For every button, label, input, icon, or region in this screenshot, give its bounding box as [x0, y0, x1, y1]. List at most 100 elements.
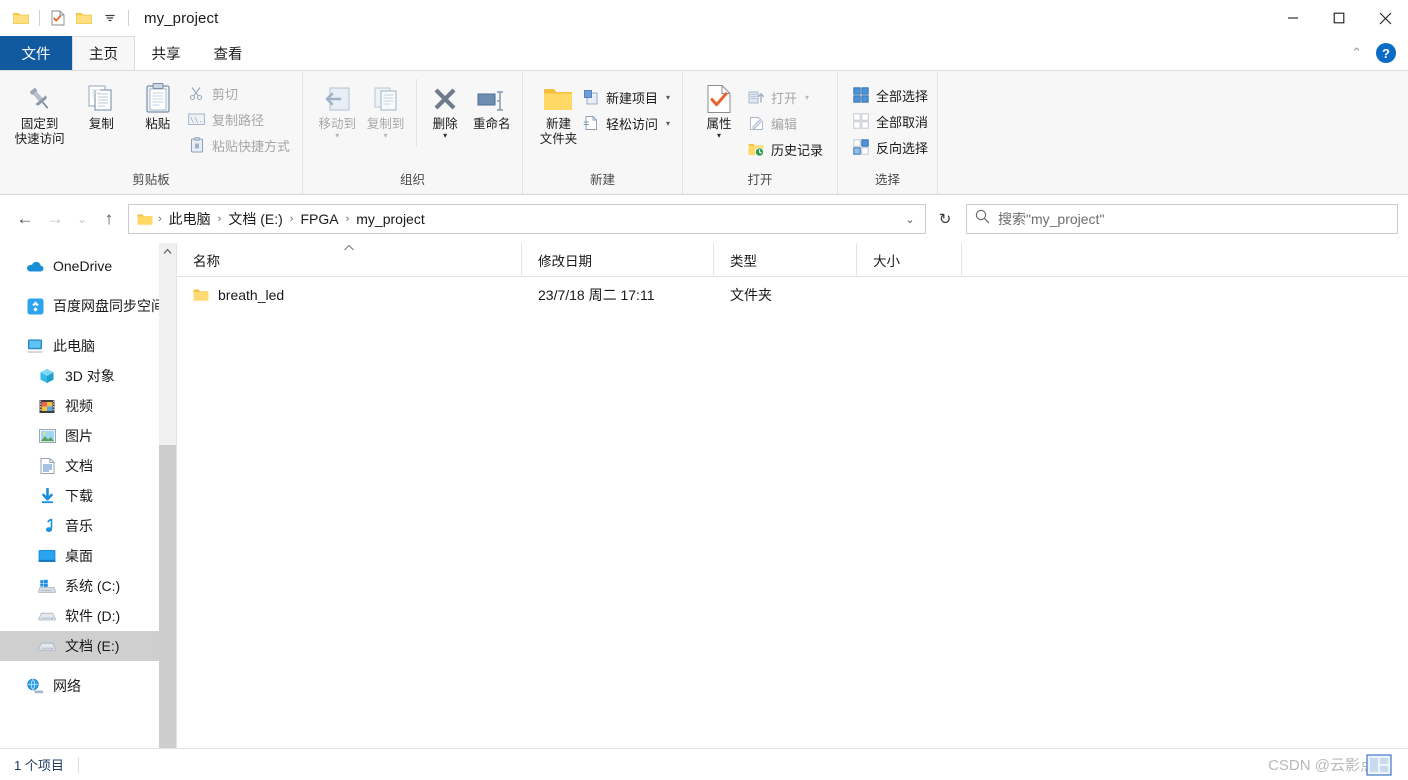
tabstrip-right-controls: ⌃ ? [1347, 36, 1408, 70]
breadcrumb-sep-0[interactable]: › [155, 213, 165, 225]
properties-caret-icon[interactable]: ▾ [717, 132, 721, 140]
move-to-button[interactable]: 移动到 ▾ [313, 77, 361, 140]
sidebar-item-onedrive[interactable]: OneDrive [0, 251, 176, 281]
sidebar-item-baidu-netdisk[interactable]: 百度网盘同步空间 [0, 291, 176, 321]
tab-share[interactable]: 共享 [135, 36, 197, 70]
desktop-icon [38, 547, 56, 565]
rename-icon [476, 80, 508, 114]
sidebar-item-music[interactable]: 音乐 [0, 511, 176, 541]
copy-button[interactable]: 复制 [73, 77, 129, 132]
back-button[interactable]: ← [10, 204, 40, 234]
tab-home[interactable]: 主页 [72, 36, 135, 70]
column-header-size[interactable]: 大小 [857, 243, 962, 276]
maximize-button[interactable] [1316, 0, 1362, 36]
sidebar-item-drive-d[interactable]: 软件 (D:) [0, 601, 176, 631]
new-folder-button[interactable]: 新建 文件夹 [537, 77, 580, 147]
recent-locations-button[interactable]: ⌄ [70, 204, 94, 234]
file-name-cell[interactable]: breath_led [177, 287, 522, 303]
navigation-scroll-thumb[interactable] [159, 445, 176, 748]
tab-view[interactable]: 查看 [197, 36, 259, 70]
sidebar-label-drive-d: 软件 (D:) [65, 608, 121, 624]
sidebar-item-this-pc[interactable]: 此电脑 [0, 331, 176, 361]
sidebar-item-videos[interactable]: 视频 [0, 391, 176, 421]
edit-button[interactable]: 编辑 [745, 111, 829, 135]
table-row[interactable]: breath_led 23/7/18 周二 17:11 文件夹 [177, 281, 1408, 309]
sidebar-item-drive-c[interactable]: 系统 (C:) [0, 571, 176, 601]
easy-access-button[interactable]: 轻松访问 ▾ [580, 111, 676, 135]
ribbon: 固定到 快速访问 复制 粘贴 剪切 \\. 复制路径 粘贴快捷方式 剪贴板 移动… [0, 70, 1408, 195]
easy-access-label: 轻松访问 [605, 116, 658, 132]
breadcrumb-item-3[interactable]: my_project [352, 211, 428, 227]
scroll-up-arrow-icon[interactable] [159, 243, 176, 260]
breadcrumb-sep-3[interactable]: › [343, 213, 353, 225]
paste-shortcut-button[interactable]: 粘贴快捷方式 [186, 133, 296, 157]
search-input[interactable]: 搜索"my_project" [998, 209, 1104, 229]
sidebar-item-drive-e[interactable]: 文档 (E:) [0, 631, 176, 661]
tab-file[interactable]: 文件 [0, 36, 72, 70]
sidebar-label-this-pc: 此电脑 [53, 338, 95, 354]
invert-selection-button[interactable]: 反向选择 [850, 135, 934, 159]
sidebar-label-baidu-netdisk: 百度网盘同步空间 [53, 298, 165, 314]
navigation-scroll-track[interactable] [159, 260, 176, 748]
select-none-button[interactable]: 全部取消 [850, 109, 934, 133]
column-header-name[interactable]: 名称 [177, 243, 522, 276]
new-item-button[interactable]: 新建项目 ▾ [580, 85, 676, 109]
properties-button[interactable]: 属性 ▾ [693, 77, 745, 140]
navigation-scrollbar[interactable] [159, 243, 176, 748]
close-button[interactable] [1362, 0, 1408, 36]
help-icon[interactable]: ? [1376, 43, 1396, 63]
copy-to-button[interactable]: 复制到 ▾ [361, 77, 409, 140]
new-folder-label-bottom: 文件夹 [539, 132, 578, 146]
select-all-button[interactable]: 全部选择 [850, 83, 934, 107]
qat-new-folder-icon[interactable] [71, 6, 97, 30]
sidebar-item-network[interactable]: 网络 [0, 671, 176, 701]
column-header-type[interactable]: 类型 [714, 243, 857, 276]
forward-button[interactable]: → [40, 204, 70, 234]
qat-folder-icon[interactable] [8, 6, 34, 30]
sidebar-item-pictures[interactable]: 图片 [0, 421, 176, 451]
sidebar-item-3d-objects[interactable]: 3D 对象 [0, 361, 176, 391]
cut-button[interactable]: 剪切 [186, 81, 296, 105]
file-date-cell: 23/7/18 周二 17:11 [538, 287, 655, 303]
history-button[interactable]: 历史记录 [745, 137, 829, 161]
rename-button[interactable]: 重命名 [468, 77, 516, 132]
sidebar-item-desktop[interactable]: 桌面 [0, 541, 176, 571]
breadcrumb-item-2[interactable]: FPGA [296, 211, 342, 227]
breadcrumb-sep-1[interactable]: › [215, 213, 225, 225]
paste-button[interactable]: 粘贴 [130, 77, 186, 132]
up-button[interactable]: ↑ [94, 204, 124, 234]
breadcrumb-item-0[interactable]: 此电脑 [165, 209, 215, 229]
qat-properties-icon[interactable] [45, 6, 71, 30]
quick-access-toolbar: my_project [0, 6, 218, 30]
collapse-ribbon-icon[interactable]: ⌃ [1347, 45, 1366, 61]
copy-to-label: 复制到 [366, 117, 405, 131]
breadcrumb-bar[interactable]: › 此电脑 › 文档 (E:) › FPGA › my_project ⌄ [128, 204, 926, 234]
delete-button[interactable]: 删除 ▾ [423, 77, 468, 140]
ribbon-group-clipboard: 固定到 快速访问 复制 粘贴 剪切 \\. 复制路径 粘贴快捷方式 剪贴板 [0, 71, 302, 194]
column-header-date[interactable]: 修改日期 [522, 243, 714, 276]
easy-access-caret-icon[interactable]: ▾ [666, 119, 670, 128]
copy-path-button[interactable]: \\... 复制路径 [186, 107, 296, 131]
minimize-button[interactable] [1270, 0, 1316, 36]
copy-to-caret-icon[interactable]: ▾ [384, 132, 388, 140]
search-box[interactable]: 搜索"my_project" [966, 204, 1398, 234]
sidebar-item-downloads[interactable]: 下载 [0, 481, 176, 511]
breadcrumb-sep-2[interactable]: › [287, 213, 297, 225]
window-controls [1270, 0, 1408, 36]
file-list[interactable]: breath_led 23/7/18 周二 17:11 文件夹 [177, 277, 1408, 748]
move-to-caret-icon[interactable]: ▾ [335, 132, 339, 140]
sidebar-item-documents[interactable]: 文档 [0, 451, 176, 481]
open-caret-icon[interactable]: ▾ [805, 93, 809, 102]
refresh-button[interactable]: ↻ [930, 204, 960, 234]
breadcrumb-dropdown-icon[interactable]: ⌄ [899, 205, 921, 233]
open-button[interactable]: 打开 ▾ [745, 85, 829, 109]
qat-customize-dropdown[interactable] [97, 6, 123, 30]
new-folder-icon [542, 80, 574, 114]
breadcrumb-item-1[interactable]: 文档 (E:) [224, 209, 286, 229]
pin-to-quick-access-button[interactable]: 固定到 快速访问 [6, 77, 73, 147]
network-icon [26, 677, 44, 695]
delete-caret-icon[interactable]: ▾ [443, 132, 447, 140]
pin-label-top: 固定到 [20, 117, 59, 131]
column-header-date-label: 修改日期 [538, 253, 592, 269]
new-item-caret-icon[interactable]: ▾ [666, 93, 670, 102]
